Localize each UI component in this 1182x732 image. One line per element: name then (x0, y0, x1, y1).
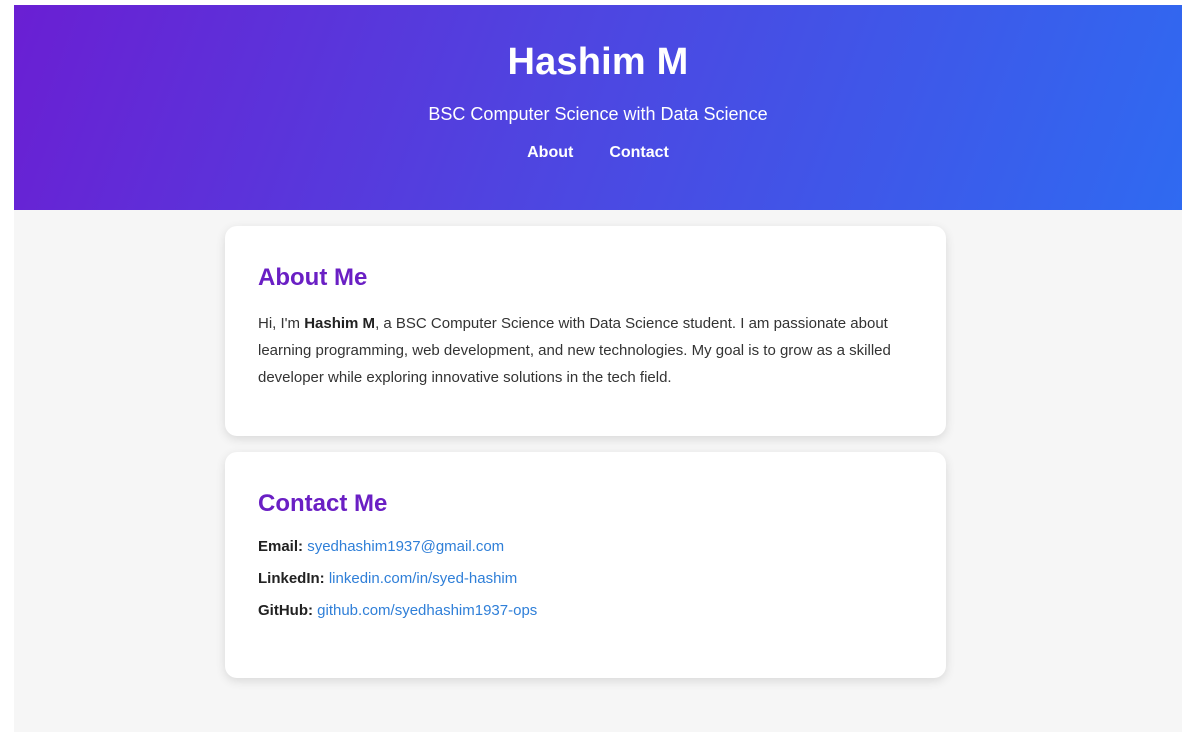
contact-row-linkedin: LinkedIn: linkedin.com/in/syed-hashim (258, 570, 914, 588)
contact-card: Contact Me Email: syedhashim1937@gmail.c… (225, 452, 946, 678)
nav-link-about[interactable]: About (527, 143, 573, 163)
header-banner: Hashim M BSC Computer Science with Data … (14, 5, 1182, 210)
linkedin-label: LinkedIn: (258, 570, 325, 587)
about-card: About Me Hi, I'm Hashim M, a BSC Compute… (225, 226, 946, 436)
about-text-name: Hashim M (304, 315, 376, 332)
about-text-intro: Hi, I'm (258, 315, 305, 332)
page: Hashim M BSC Computer Science with Data … (14, 5, 1182, 732)
github-label: GitHub: (258, 602, 313, 619)
contact-row-email: Email: syedhashim1937@gmail.com (258, 538, 914, 556)
about-text: Hi, I'm Hashim M, a BSC Computer Science… (258, 310, 914, 391)
linkedin-link[interactable]: linkedin.com/in/syed-hashim (329, 570, 517, 587)
about-heading: About Me (258, 264, 368, 291)
contact-row-github: GitHub: github.com/syedhashim1937-ops (258, 602, 914, 620)
main-nav: About Contact (14, 143, 1182, 163)
page-subtitle: BSC Computer Science with Data Science (428, 104, 768, 124)
nav-link-contact[interactable]: Contact (609, 143, 669, 163)
email-link[interactable]: syedhashim1937@gmail.com (307, 538, 504, 555)
github-link[interactable]: github.com/syedhashim1937-ops (317, 602, 537, 619)
email-label: Email: (258, 538, 304, 555)
page-title: Hashim M (507, 41, 689, 83)
contact-heading: Contact Me (258, 490, 388, 517)
